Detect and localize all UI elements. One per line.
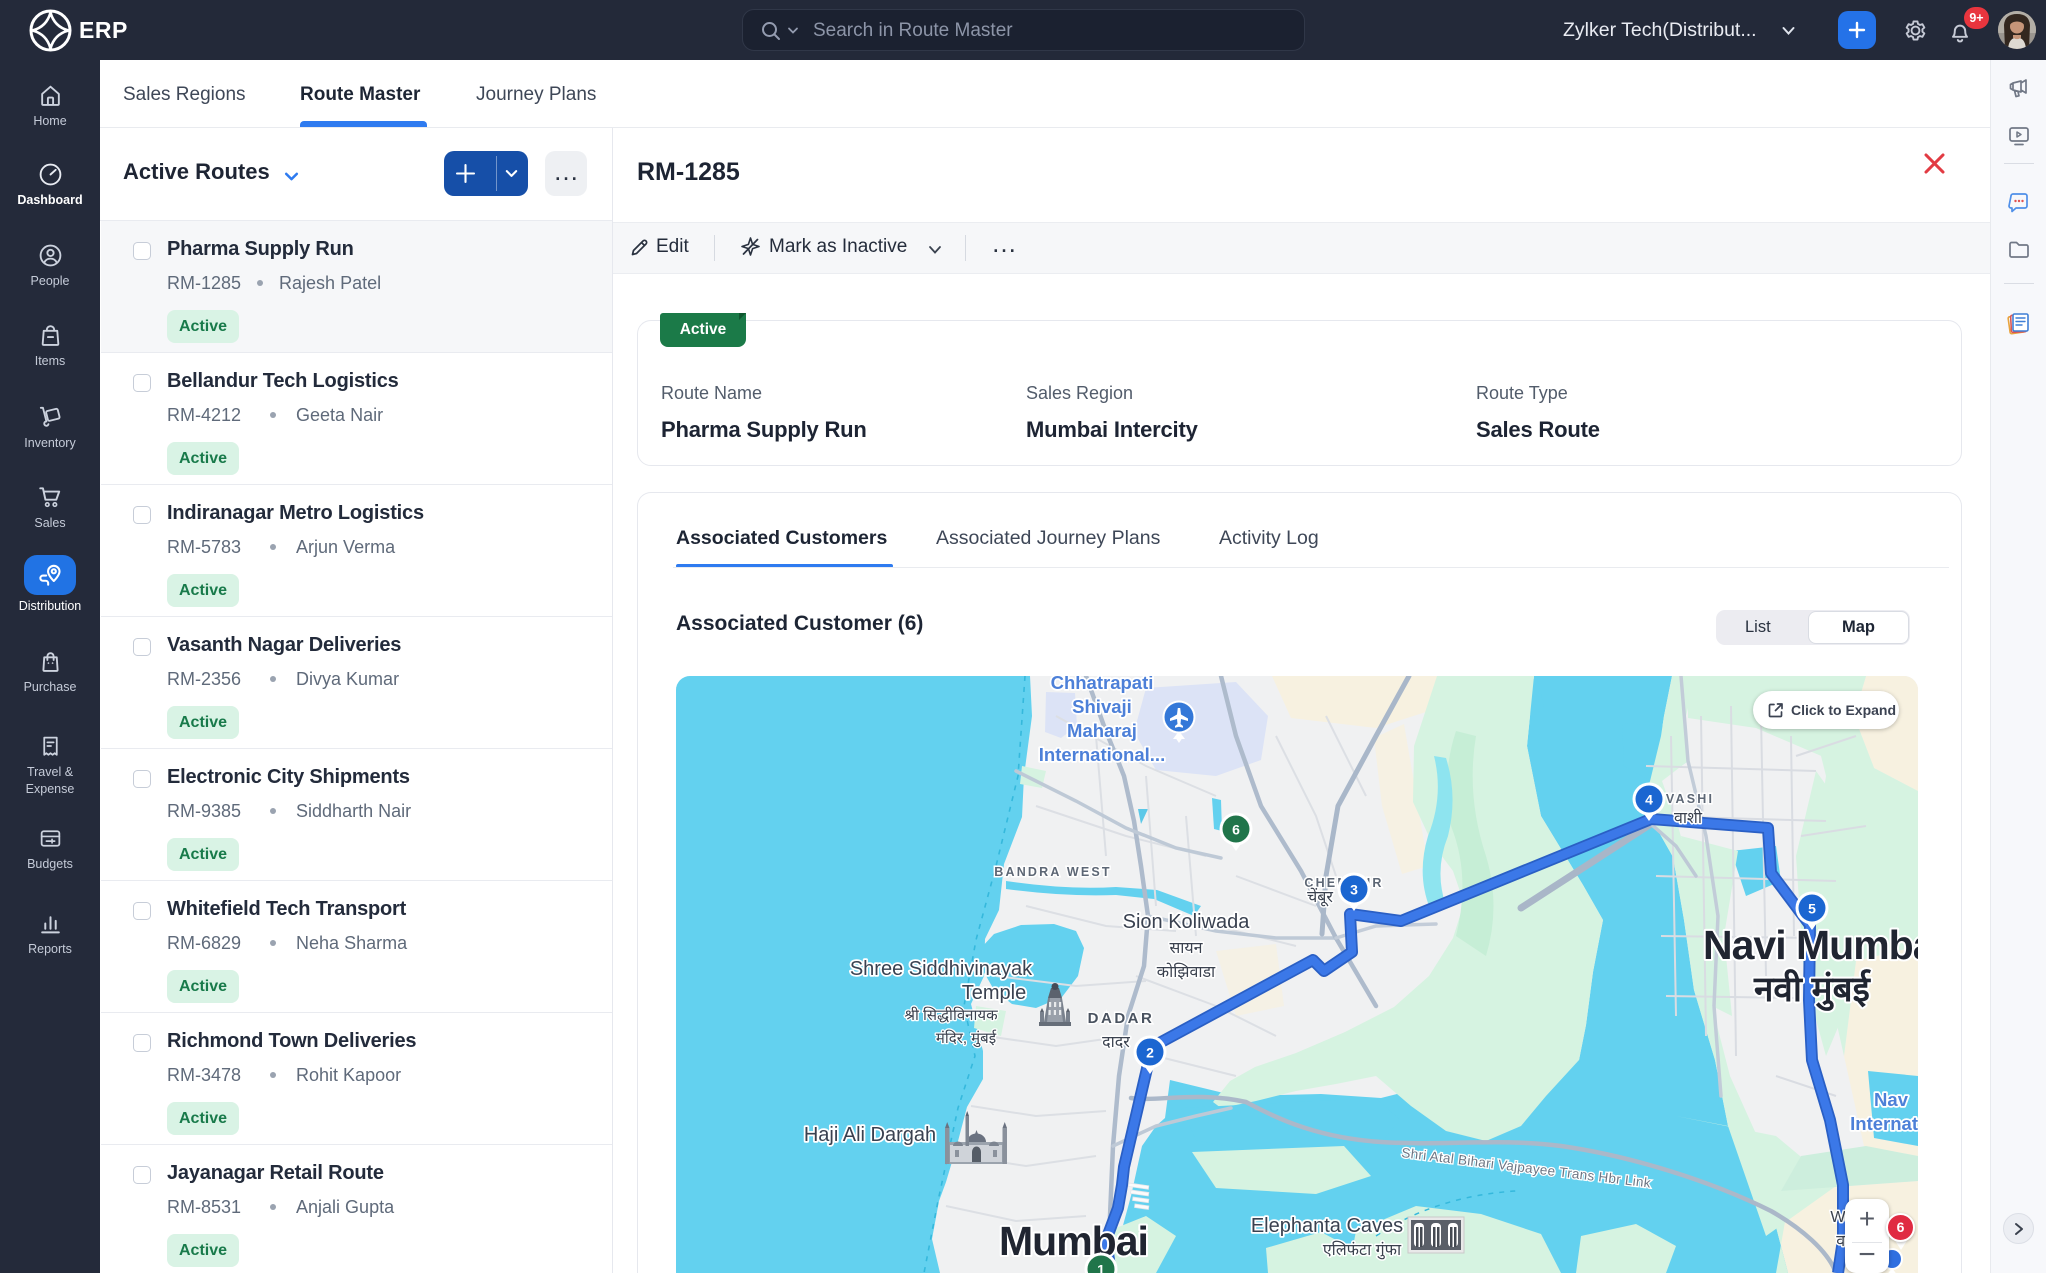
svg-text:DADAR: DADAR <box>1088 1010 1155 1027</box>
svg-text:मंदिर, मुंबई: मंदिर, मुंबई <box>936 1029 997 1048</box>
svg-text:Nav: Nav <box>1874 1089 1909 1110</box>
svg-text:Temple: Temple <box>962 982 1026 1004</box>
svg-text:कोझिवाडा: कोझिवाडा <box>1157 962 1216 981</box>
svg-text:Sion Koliwada: Sion Koliwada <box>1123 911 1251 933</box>
svg-text:5: 5 <box>1808 901 1816 917</box>
svg-text:Navi Mumbai: Navi Mumbai <box>1703 922 1918 968</box>
svg-text:International...: International... <box>1039 744 1165 765</box>
svg-text:Haji Ali Dargah: Haji Ali Dargah <box>804 1124 936 1146</box>
svg-text:Maharaj: Maharaj <box>1067 720 1137 741</box>
svg-text:वाशी: वाशी <box>1674 808 1703 827</box>
svg-text:Shree Siddhivinayak: Shree Siddhivinayak <box>850 958 1033 980</box>
svg-text:श्री सिद्धीविनायक: श्री सिद्धीविनायक <box>904 1006 998 1024</box>
svg-text:Internat: Internat <box>1850 1113 1918 1134</box>
svg-text:नवी मुंबई: नवी मुंबई <box>1753 969 1872 1011</box>
svg-text:Elephanta Caves: Elephanta Caves <box>1251 1215 1403 1237</box>
svg-text:चेंबूर: चेंबूर <box>1307 887 1333 907</box>
svg-text:Shivaji: Shivaji <box>1072 696 1132 717</box>
svg-text:एलिफंटा गुंफा: एलिफंटा गुंफा <box>1323 1240 1402 1260</box>
svg-text:1: 1 <box>1097 1262 1105 1273</box>
svg-text:4: 4 <box>1645 792 1653 808</box>
svg-text:Mumbai: Mumbai <box>999 1218 1148 1264</box>
svg-text:6: 6 <box>1232 822 1240 838</box>
svg-text:दादर: दादर <box>1102 1034 1130 1051</box>
svg-text:2: 2 <box>1146 1045 1154 1061</box>
svg-text:Chhatrapati: Chhatrapati <box>1051 676 1154 693</box>
svg-text:3: 3 <box>1350 882 1358 898</box>
svg-text:सायन: सायन <box>1169 940 1203 957</box>
svg-text:VASHI: VASHI <box>1666 792 1714 806</box>
svg-text:BANDRA WEST: BANDRA WEST <box>994 865 1111 879</box>
